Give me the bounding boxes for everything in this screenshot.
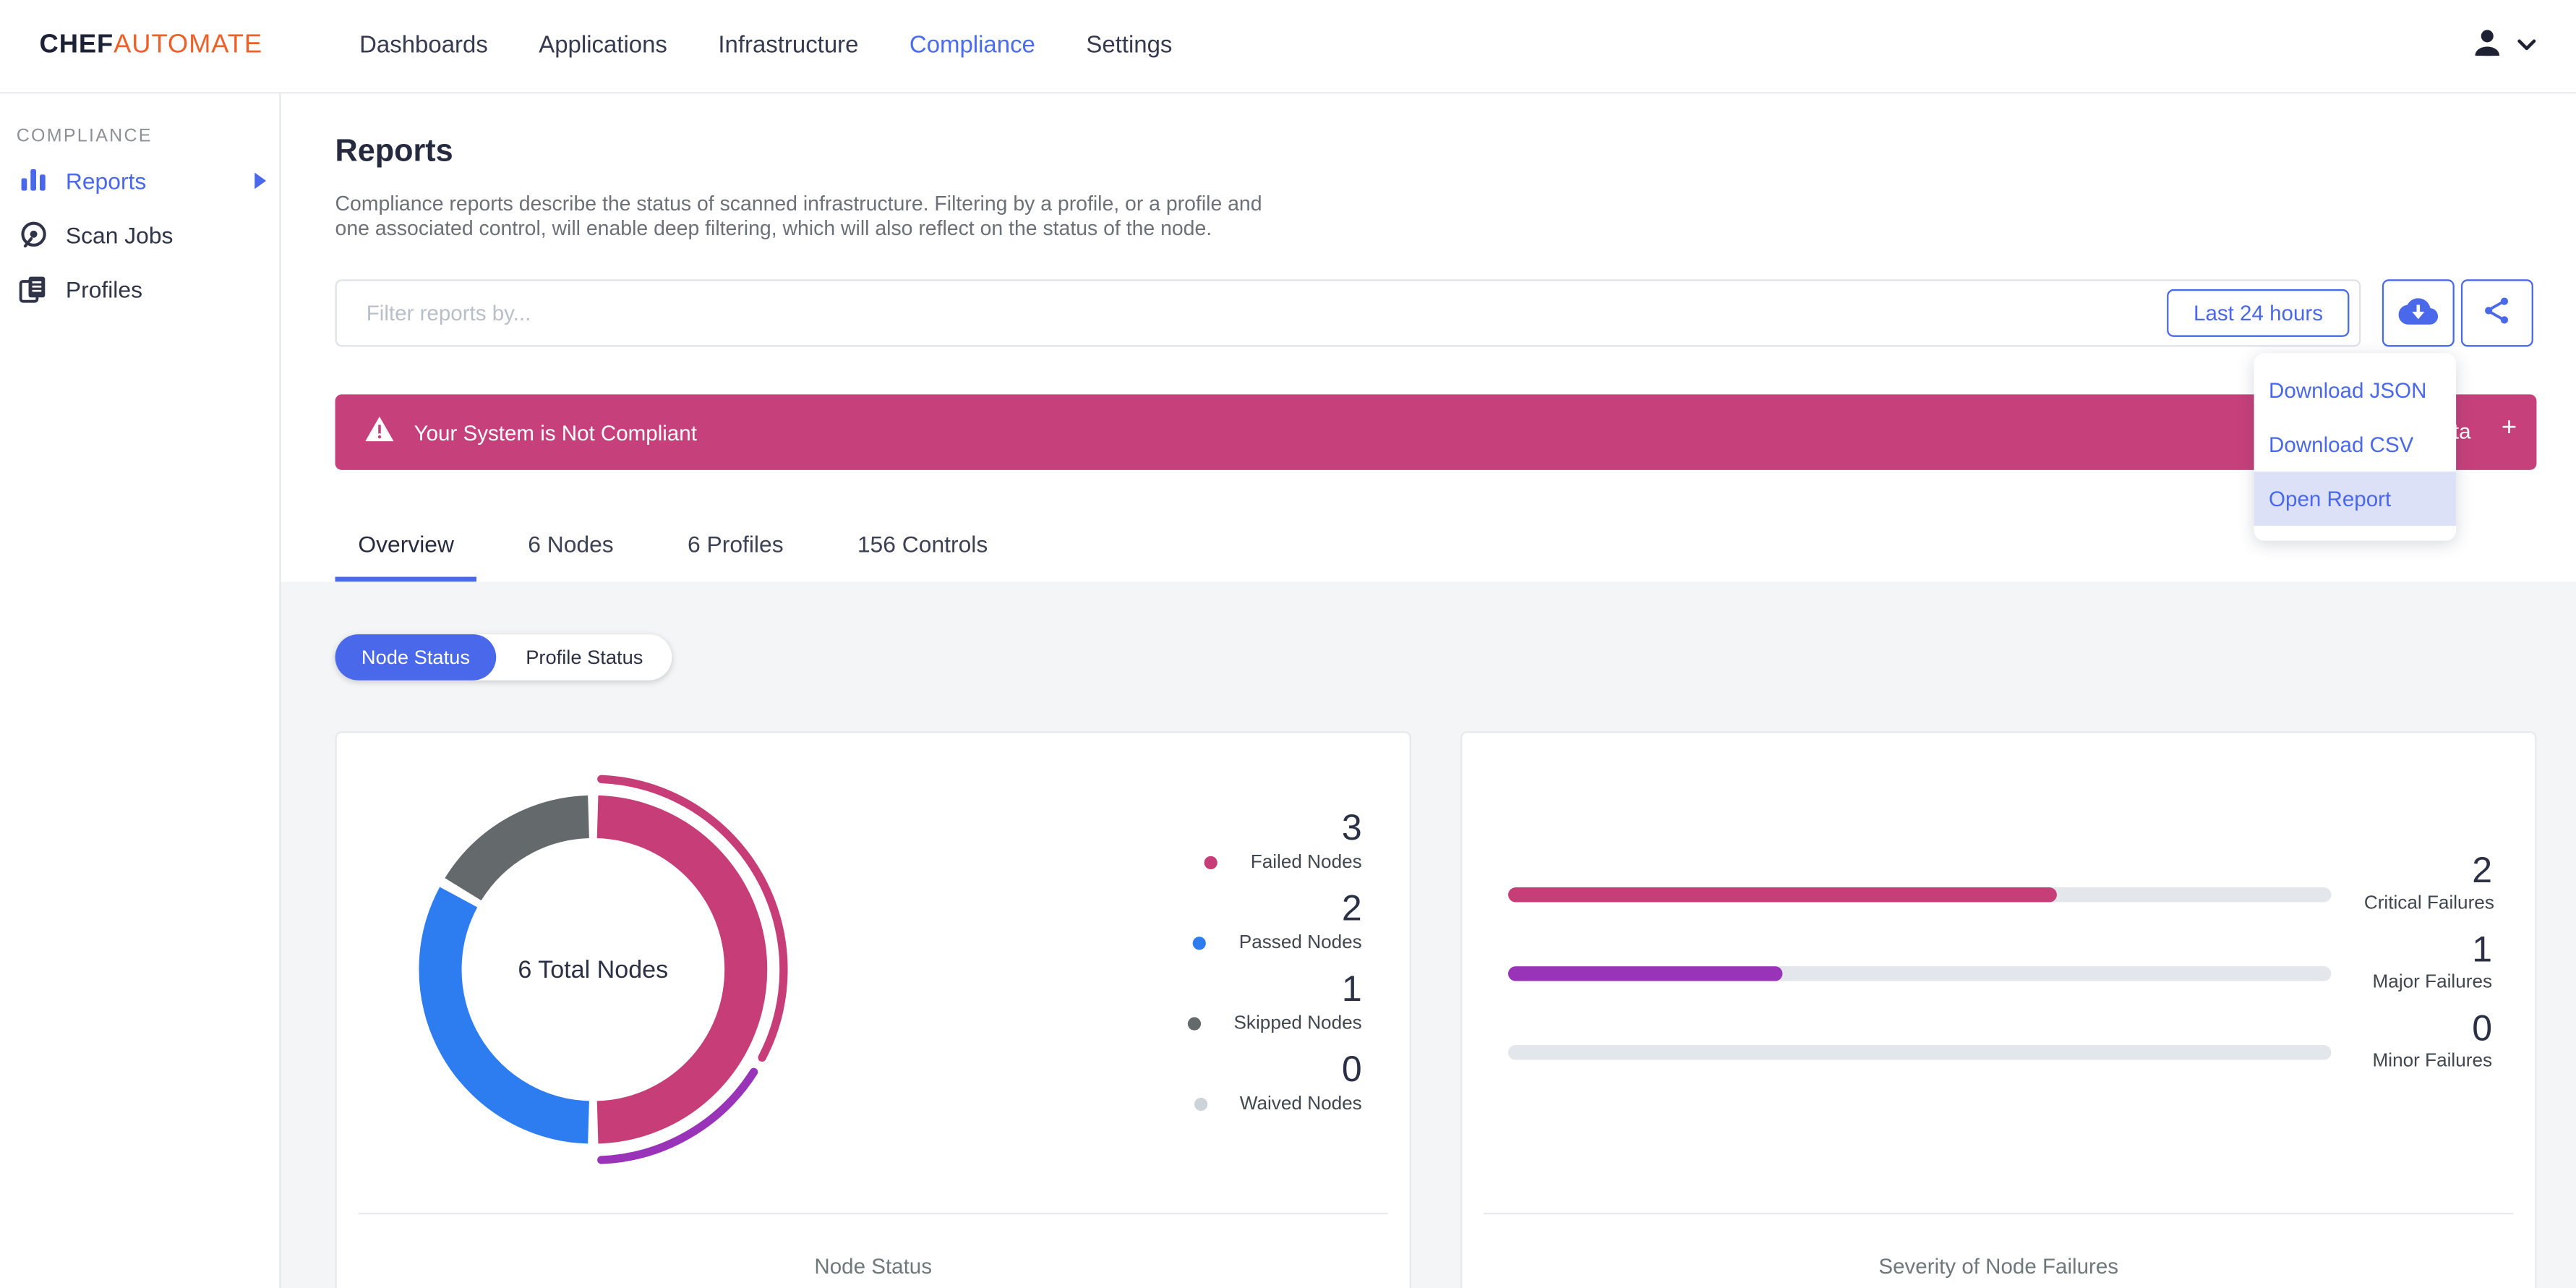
severity-row-critical: 2 Critical Failures xyxy=(1507,845,2494,914)
person-icon xyxy=(2469,24,2505,68)
legend-item-waived: 0 Waived Nodes xyxy=(1188,1049,1362,1114)
skipped-label: Skipped Nodes xyxy=(1233,1014,1362,1034)
tab-nodes[interactable]: 6 Nodes xyxy=(505,511,636,582)
severity-chart: 2 Critical Failures 1 Major Failures 0 M… xyxy=(1462,733,2535,1072)
node-status-card: 6 Total Nodes 3 Failed Nodes 2 Passed No… xyxy=(335,731,1411,1288)
documents-icon xyxy=(17,273,49,303)
radar-icon xyxy=(17,218,49,250)
failed-label: Failed Nodes xyxy=(1250,853,1362,873)
page-title: Reports xyxy=(335,135,453,170)
node-status-caption: Node Status xyxy=(358,1212,1389,1279)
filter-toolbar: Last 24 hours xyxy=(335,279,2537,347)
sidebar-item-label: Profiles xyxy=(65,275,142,302)
page-description: Compliance reports describe the status o… xyxy=(335,192,1262,239)
critical-bar-track xyxy=(1507,887,2332,903)
sidebar-item-label: Scan Jobs xyxy=(65,221,174,247)
tab-controls[interactable]: 156 Controls xyxy=(834,511,1011,582)
chef-automate-logo[interactable]: CHEFAUTOMATE xyxy=(40,31,263,61)
menu-item-open-report[interactable]: Open Report xyxy=(2254,472,2457,526)
nav-dashboards[interactable]: Dashboards xyxy=(359,33,488,59)
major-bar-track xyxy=(1507,966,2332,981)
severity-row-minor: 0 Minor Failures xyxy=(1507,1002,2493,1072)
app-window: CHEFAUTOMATE Dashboards Applications Inf… xyxy=(0,0,2576,1288)
banner-message: Your System is Not Compliant xyxy=(414,419,697,445)
export-dropdown-menu: Download JSON Download CSV Open Report xyxy=(2254,353,2457,541)
warning-triangle-icon xyxy=(364,415,394,450)
sidebar-item-reports[interactable]: Reports xyxy=(0,153,279,207)
time-range-button[interactable]: Last 24 hours xyxy=(2167,289,2350,337)
nav-settings[interactable]: Settings xyxy=(1086,33,1172,59)
waived-count: 0 xyxy=(1341,1048,1362,1090)
app-header: CHEFAUTOMATE Dashboards Applications Inf… xyxy=(0,0,2576,94)
waived-label: Waived Nodes xyxy=(1239,1094,1362,1114)
sidebar-item-scan-jobs[interactable]: Scan Jobs xyxy=(0,207,279,261)
overview-content: Node Status Profile Status 6 Total Nodes… xyxy=(281,581,2576,1288)
sidebar-section-label: COMPLIANCE xyxy=(16,126,153,147)
chevron-down-icon xyxy=(2517,31,2536,61)
legend-item-skipped: 1 Skipped Nodes xyxy=(1187,968,1362,1034)
failed-count: 3 xyxy=(1341,806,1362,848)
logo-chef: CHEF xyxy=(39,31,114,59)
share-button[interactable] xyxy=(2460,279,2533,347)
tab-profiles[interactable]: 6 Profiles xyxy=(664,511,806,582)
donut-center-label: 6 Total Nodes xyxy=(518,955,669,984)
critical-count: 2 xyxy=(2472,849,2493,891)
filter-reports-input[interactable] xyxy=(366,300,2168,325)
minor-label: Minor Failures xyxy=(2372,1052,2493,1072)
status-toggle: Node Status Profile Status xyxy=(335,634,673,681)
cloud-download-icon xyxy=(2398,297,2439,329)
passed-label: Passed Nodes xyxy=(1238,933,1362,953)
critical-label: Critical Failures xyxy=(2363,894,2494,914)
major-count: 1 xyxy=(2472,928,2493,970)
critical-bar-fill xyxy=(1507,887,2057,903)
filter-box: Last 24 hours xyxy=(335,279,2361,347)
passed-dot-icon xyxy=(1193,937,1207,950)
node-status-donut-chart[interactable]: 6 Total Nodes xyxy=(372,748,816,1192)
user-menu[interactable] xyxy=(2469,24,2536,68)
toggle-node-status[interactable]: Node Status xyxy=(335,634,497,681)
severity-caption: Severity of Node Failures xyxy=(1483,1212,2514,1279)
nav-compliance[interactable]: Compliance xyxy=(910,33,1035,59)
skipped-dot-icon xyxy=(1187,1017,1202,1031)
main-content: Reports Compliance reports describe the … xyxy=(281,93,2576,1288)
submenu-arrow-icon xyxy=(254,171,267,189)
nav-applications[interactable]: Applications xyxy=(539,33,667,59)
sidebar-item-label: Reports xyxy=(65,166,147,193)
sidebar: COMPLIANCE Reports Scan Jobs Profiles xyxy=(0,93,281,1288)
major-label: Major Failures xyxy=(2372,973,2493,993)
minor-count: 0 xyxy=(2472,1007,2493,1049)
passed-count: 2 xyxy=(1341,887,1362,929)
download-button[interactable] xyxy=(2382,279,2455,347)
bar-chart-icon xyxy=(17,168,49,192)
top-nav: Dashboards Applications Infrastructure C… xyxy=(309,33,1173,59)
failed-dot-icon xyxy=(1204,856,1218,870)
waived-dot-icon xyxy=(1194,1097,1207,1112)
major-bar-fill xyxy=(1507,966,1783,981)
severity-card: 2 Critical Failures 1 Major Failures 0 M… xyxy=(1460,731,2537,1288)
menu-item-download-json[interactable]: Download JSON xyxy=(2254,363,2456,417)
legend-item-failed: 3 Failed Nodes xyxy=(1188,807,1362,873)
nav-infrastructure[interactable]: Infrastructure xyxy=(718,33,858,59)
severity-row-major: 1 Major Failures xyxy=(1507,924,2493,993)
menu-item-download-csv[interactable]: Download CSV xyxy=(2254,417,2456,472)
legend-item-passed: 2 Passed Nodes xyxy=(1188,887,1362,953)
minor-bar-track xyxy=(1507,1045,2332,1060)
sidebar-item-profiles[interactable]: Profiles xyxy=(0,261,279,315)
toggle-profile-status[interactable]: Profile Status xyxy=(496,634,672,681)
skipped-count: 1 xyxy=(1341,968,1362,1010)
node-status-legend: 3 Failed Nodes 2 Passed Nodes 1 Skipped … xyxy=(1187,807,1362,1129)
share-icon xyxy=(2481,294,2513,332)
logo-automate: AUTOMATE xyxy=(114,31,263,59)
tab-overview[interactable]: Overview xyxy=(335,511,477,582)
banner-plus-button[interactable]: + xyxy=(2502,414,2517,444)
report-tabs: Overview 6 Nodes 6 Profiles 156 Controls xyxy=(335,511,2537,582)
compliance-banner: Your System is Not Compliant ta + xyxy=(335,394,2537,470)
